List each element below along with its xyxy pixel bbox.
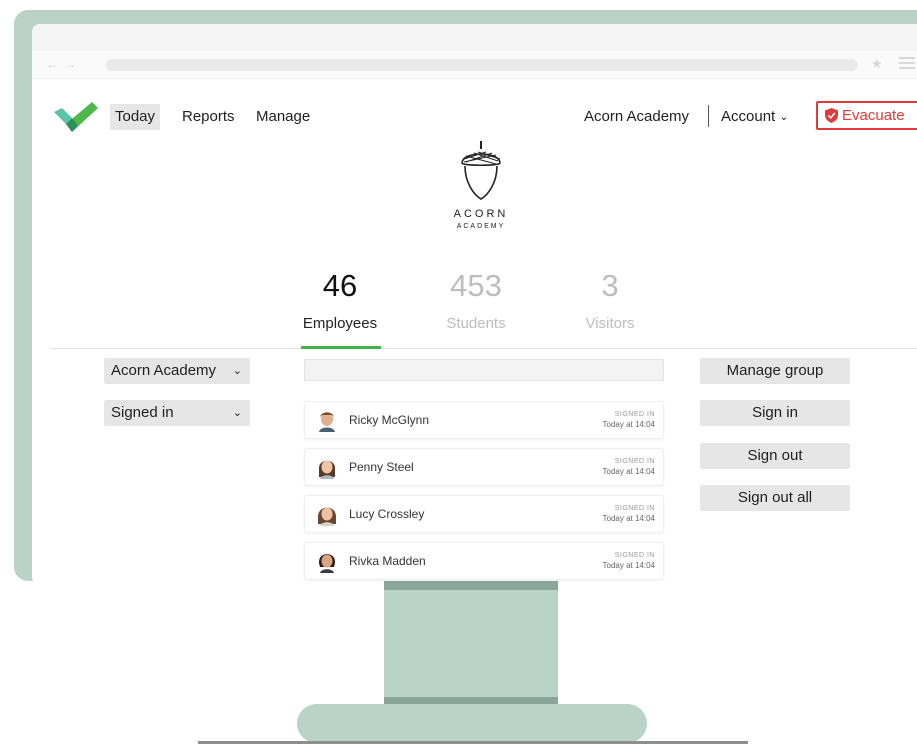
employees-count[interactable]: 46 xyxy=(275,268,405,304)
account-label: Account xyxy=(721,108,776,125)
list-item[interactable]: Ricky McGlynn SIGNED IN Today at 14:04 xyxy=(304,401,664,439)
evacuate-button[interactable]: Evacuate xyxy=(816,101,917,130)
sign-in-button[interactable]: Sign in xyxy=(700,400,850,426)
header-divider xyxy=(708,105,709,127)
menu-icon[interactable] xyxy=(899,57,915,69)
status-badge: SIGNED IN xyxy=(614,458,655,465)
monitor-stand-base xyxy=(297,704,647,743)
shield-icon xyxy=(825,108,838,123)
stand-shadow-bottom xyxy=(384,697,558,704)
brand-name: ACORN xyxy=(453,208,509,220)
stand-shadow-top xyxy=(384,581,558,590)
person-name: Ricky McGlynn xyxy=(349,413,430,427)
list-item[interactable]: Rivka Madden SIGNED IN Today at 14:04 xyxy=(304,542,664,580)
avatar xyxy=(318,554,336,573)
signed-in-time: Today at 14:04 xyxy=(602,514,655,523)
browser-screen: ← → ★ Today Reports Manage Acorn Academy… xyxy=(32,24,917,585)
status-filter-select[interactable]: Signed in ⌄ xyxy=(104,400,250,426)
signed-in-time: Today at 14:04 xyxy=(602,467,655,476)
address-bar[interactable] xyxy=(106,59,858,71)
sign-out-button[interactable]: Sign out xyxy=(700,443,850,469)
app-logo-icon[interactable] xyxy=(52,98,98,134)
chevron-down-icon: ⌄ xyxy=(779,111,789,123)
avatar xyxy=(317,507,337,526)
active-tab-indicator xyxy=(301,346,381,349)
monitor-stand-neck xyxy=(384,581,558,703)
status-filter-value: Signed in xyxy=(111,404,174,421)
status-badge: SIGNED IN xyxy=(614,552,655,559)
avatar xyxy=(318,460,336,479)
nav-manage[interactable]: Manage xyxy=(256,104,310,130)
monitor-frame: ← → ★ Today Reports Manage Acorn Academy… xyxy=(14,10,917,585)
avatar xyxy=(319,412,335,432)
person-name: Rivka Madden xyxy=(349,554,426,568)
signed-in-time: Today at 14:04 xyxy=(602,420,655,429)
section-divider xyxy=(50,348,917,349)
account-menu[interactable]: Account ⌄ xyxy=(721,104,788,131)
students-count[interactable]: 453 xyxy=(411,268,541,304)
back-arrow-icon[interactable]: ← xyxy=(46,57,58,71)
list-item[interactable]: Lucy Crossley SIGNED IN Today at 14:04 xyxy=(304,495,664,533)
search-input[interactable] xyxy=(304,359,664,381)
tab-employees[interactable]: Employees xyxy=(275,315,405,332)
school-filter-value: Acorn Academy xyxy=(111,362,217,379)
status-badge: SIGNED IN xyxy=(614,411,655,418)
browser-toolbar: ← → ★ xyxy=(32,51,917,79)
manage-group-button[interactable]: Manage group xyxy=(700,358,850,384)
list-item[interactable]: Penny Steel SIGNED IN Today at 14:04 xyxy=(304,448,664,486)
nav-reports[interactable]: Reports xyxy=(182,104,235,130)
chevron-down-icon: ⌄ xyxy=(232,365,242,377)
school-name-link[interactable]: Acorn Academy xyxy=(584,104,689,130)
tab-students[interactable]: Students xyxy=(411,315,541,332)
tab-visitors[interactable]: Visitors xyxy=(545,315,675,332)
chevron-down-icon: ⌄ xyxy=(232,407,242,419)
acorn-icon xyxy=(461,141,501,200)
nav-today[interactable]: Today xyxy=(110,104,161,130)
brand-subtitle: ACADEMY xyxy=(456,223,506,230)
signed-in-time: Today at 14:04 xyxy=(602,561,655,570)
star-icon[interactable]: ★ xyxy=(871,56,883,72)
forward-arrow-icon[interactable]: → xyxy=(64,57,76,71)
sign-out-all-button[interactable]: Sign out all xyxy=(700,485,850,511)
school-filter-select[interactable]: Acorn Academy ⌄ xyxy=(104,358,250,384)
person-name: Lucy Crossley xyxy=(349,507,425,521)
status-badge: SIGNED IN xyxy=(614,505,655,512)
evacuate-label: Evacuate xyxy=(842,107,905,124)
person-name: Penny Steel xyxy=(349,460,414,474)
visitors-count[interactable]: 3 xyxy=(545,268,675,304)
floor-line xyxy=(198,741,748,744)
browser-tab-strip xyxy=(32,24,917,51)
